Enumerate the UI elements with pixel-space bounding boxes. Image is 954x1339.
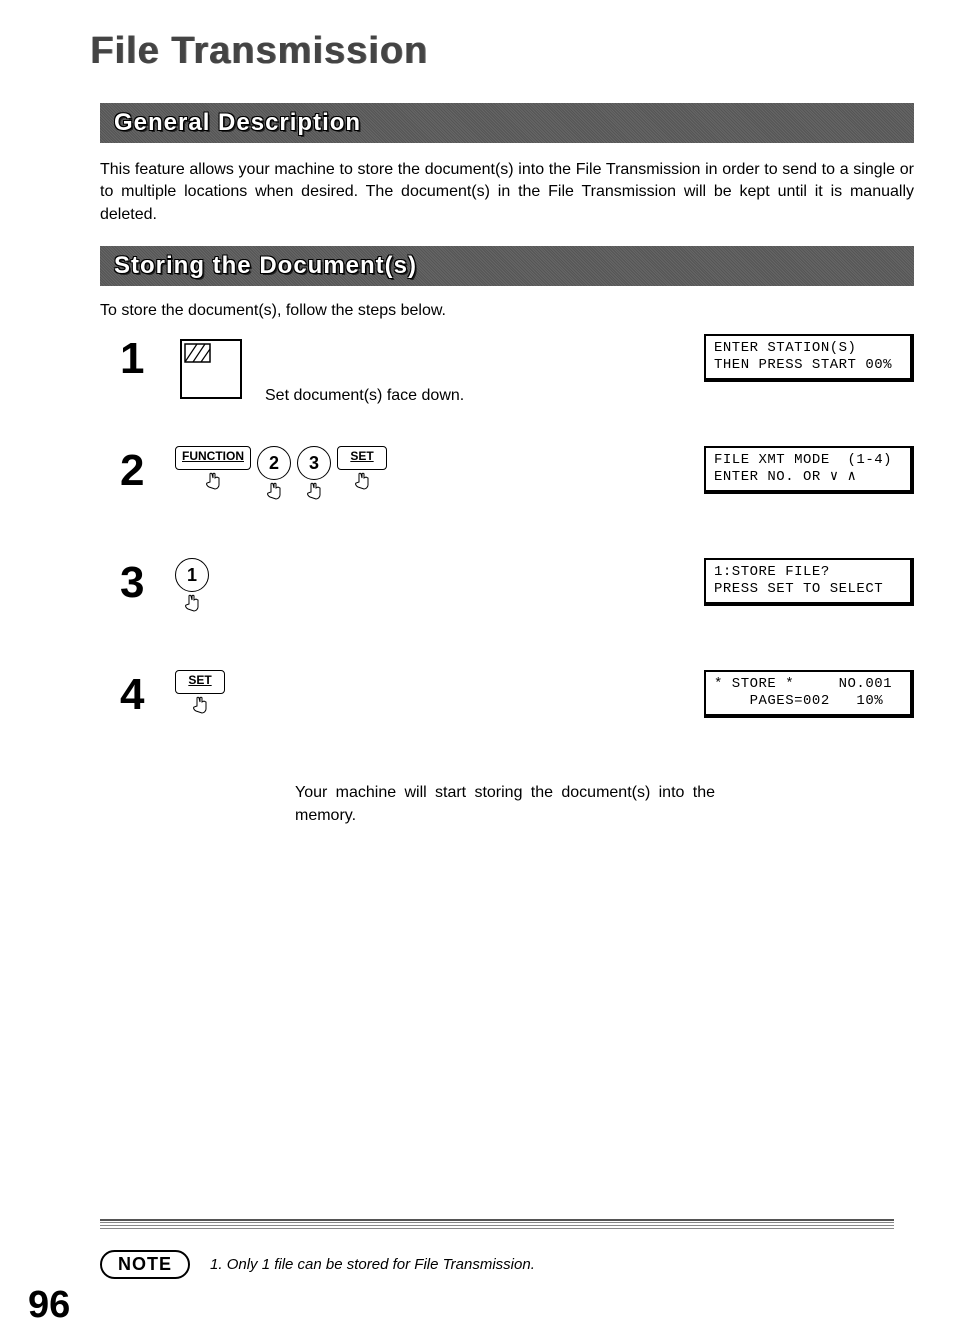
step1-caption: Set document(s) face down.: [265, 387, 464, 405]
step-number: 3: [120, 558, 175, 608]
page-number: 96: [28, 1284, 70, 1327]
function-button: FUNCTION: [175, 446, 251, 470]
hand-press-icon: [303, 482, 325, 500]
lcd-display: ENTER STATION(S) THEN PRESS START 00%: [704, 334, 914, 382]
hand-press-icon: [263, 482, 285, 500]
key-3-button: 3: [297, 446, 331, 480]
step-number: 4: [120, 670, 175, 720]
step-number: 1: [120, 334, 175, 384]
step-row: 2 FUNCTION 2 3 SET: [120, 446, 914, 536]
step-row: 3 1 1:STORE FILE? PRESS SET TO SELECT: [120, 558, 914, 648]
hand-press-icon: [351, 472, 373, 490]
note-text: 1. Only 1 file can be stored for File Tr…: [210, 1256, 535, 1273]
note-row: NOTE 1. Only 1 file can be stored for Fi…: [100, 1250, 894, 1279]
section-heading-general: General Description: [100, 103, 914, 143]
steps-list: 1 Set document(s) face down. ENTER STATI…: [120, 334, 914, 827]
document-tray-icon: [175, 334, 255, 409]
hand-press-icon: [202, 472, 224, 490]
general-description-body: This feature allows your machine to stor…: [100, 159, 914, 226]
lcd-display: FILE XMT MODE (1-4) ENTER NO. OR ∨ ∧: [704, 446, 914, 494]
storing-intro: To store the document(s), follow the ste…: [100, 302, 914, 320]
set-button: SET: [337, 446, 387, 470]
step-row: 4 SET * STORE * NO.001 PAGES=002 10%: [120, 670, 914, 760]
key-1-button: 1: [175, 558, 209, 592]
step-number: 2: [120, 446, 175, 496]
lcd-display: 1:STORE FILE? PRESS SET TO SELECT: [704, 558, 914, 606]
note-label: NOTE: [100, 1250, 190, 1279]
step-row: 1 Set document(s) face down. ENTER STATI…: [120, 334, 914, 424]
page-title: File Transmission: [90, 30, 914, 73]
set-button: SET: [175, 670, 225, 694]
hand-press-icon: [189, 696, 211, 714]
section-heading-storing: Storing the Document(s): [100, 246, 914, 286]
note-divider: [100, 1219, 894, 1229]
key-2-button: 2: [257, 446, 291, 480]
hand-press-icon: [181, 594, 203, 612]
lcd-display: * STORE * NO.001 PAGES=002 10%: [704, 670, 914, 718]
step4-after-text: Your machine will start storing the docu…: [295, 782, 715, 827]
